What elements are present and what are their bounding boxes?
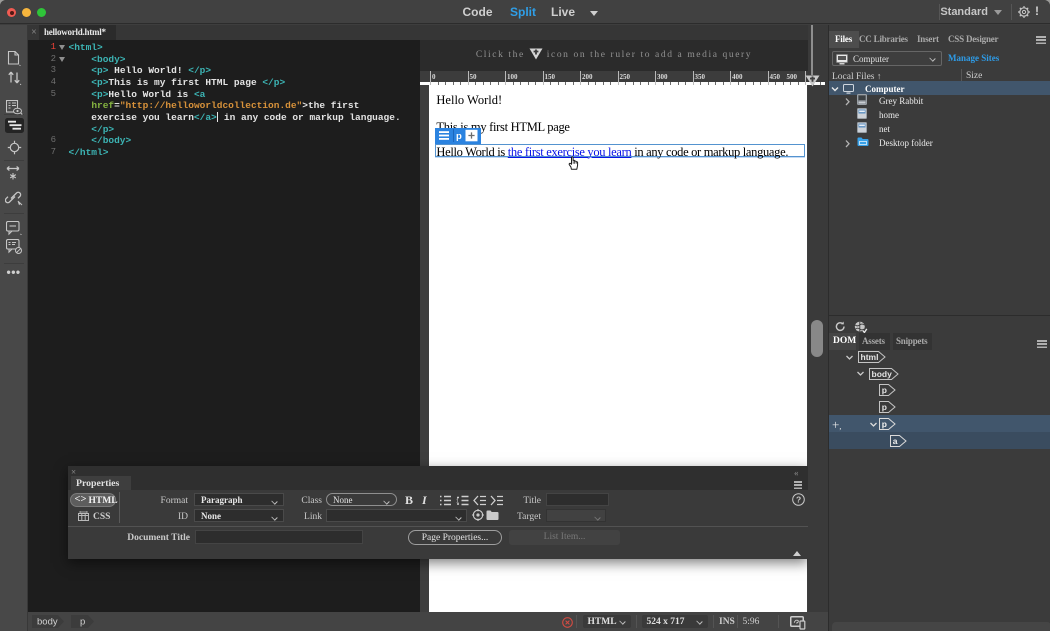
svg-text:p: p: [882, 385, 887, 395]
svg-text:p: p: [882, 419, 887, 429]
svg-text:1: 1: [456, 499, 459, 505]
svg-text:html: html: [861, 352, 879, 362]
svg-text:p: p: [80, 617, 85, 628]
svg-text:p: p: [456, 131, 462, 142]
svg-text:body: body: [37, 617, 58, 628]
svg-text:body: body: [872, 369, 893, 379]
svg-text:a: a: [893, 436, 898, 446]
svg-text:p: p: [882, 402, 887, 412]
svg-text:?: ?: [796, 495, 801, 505]
